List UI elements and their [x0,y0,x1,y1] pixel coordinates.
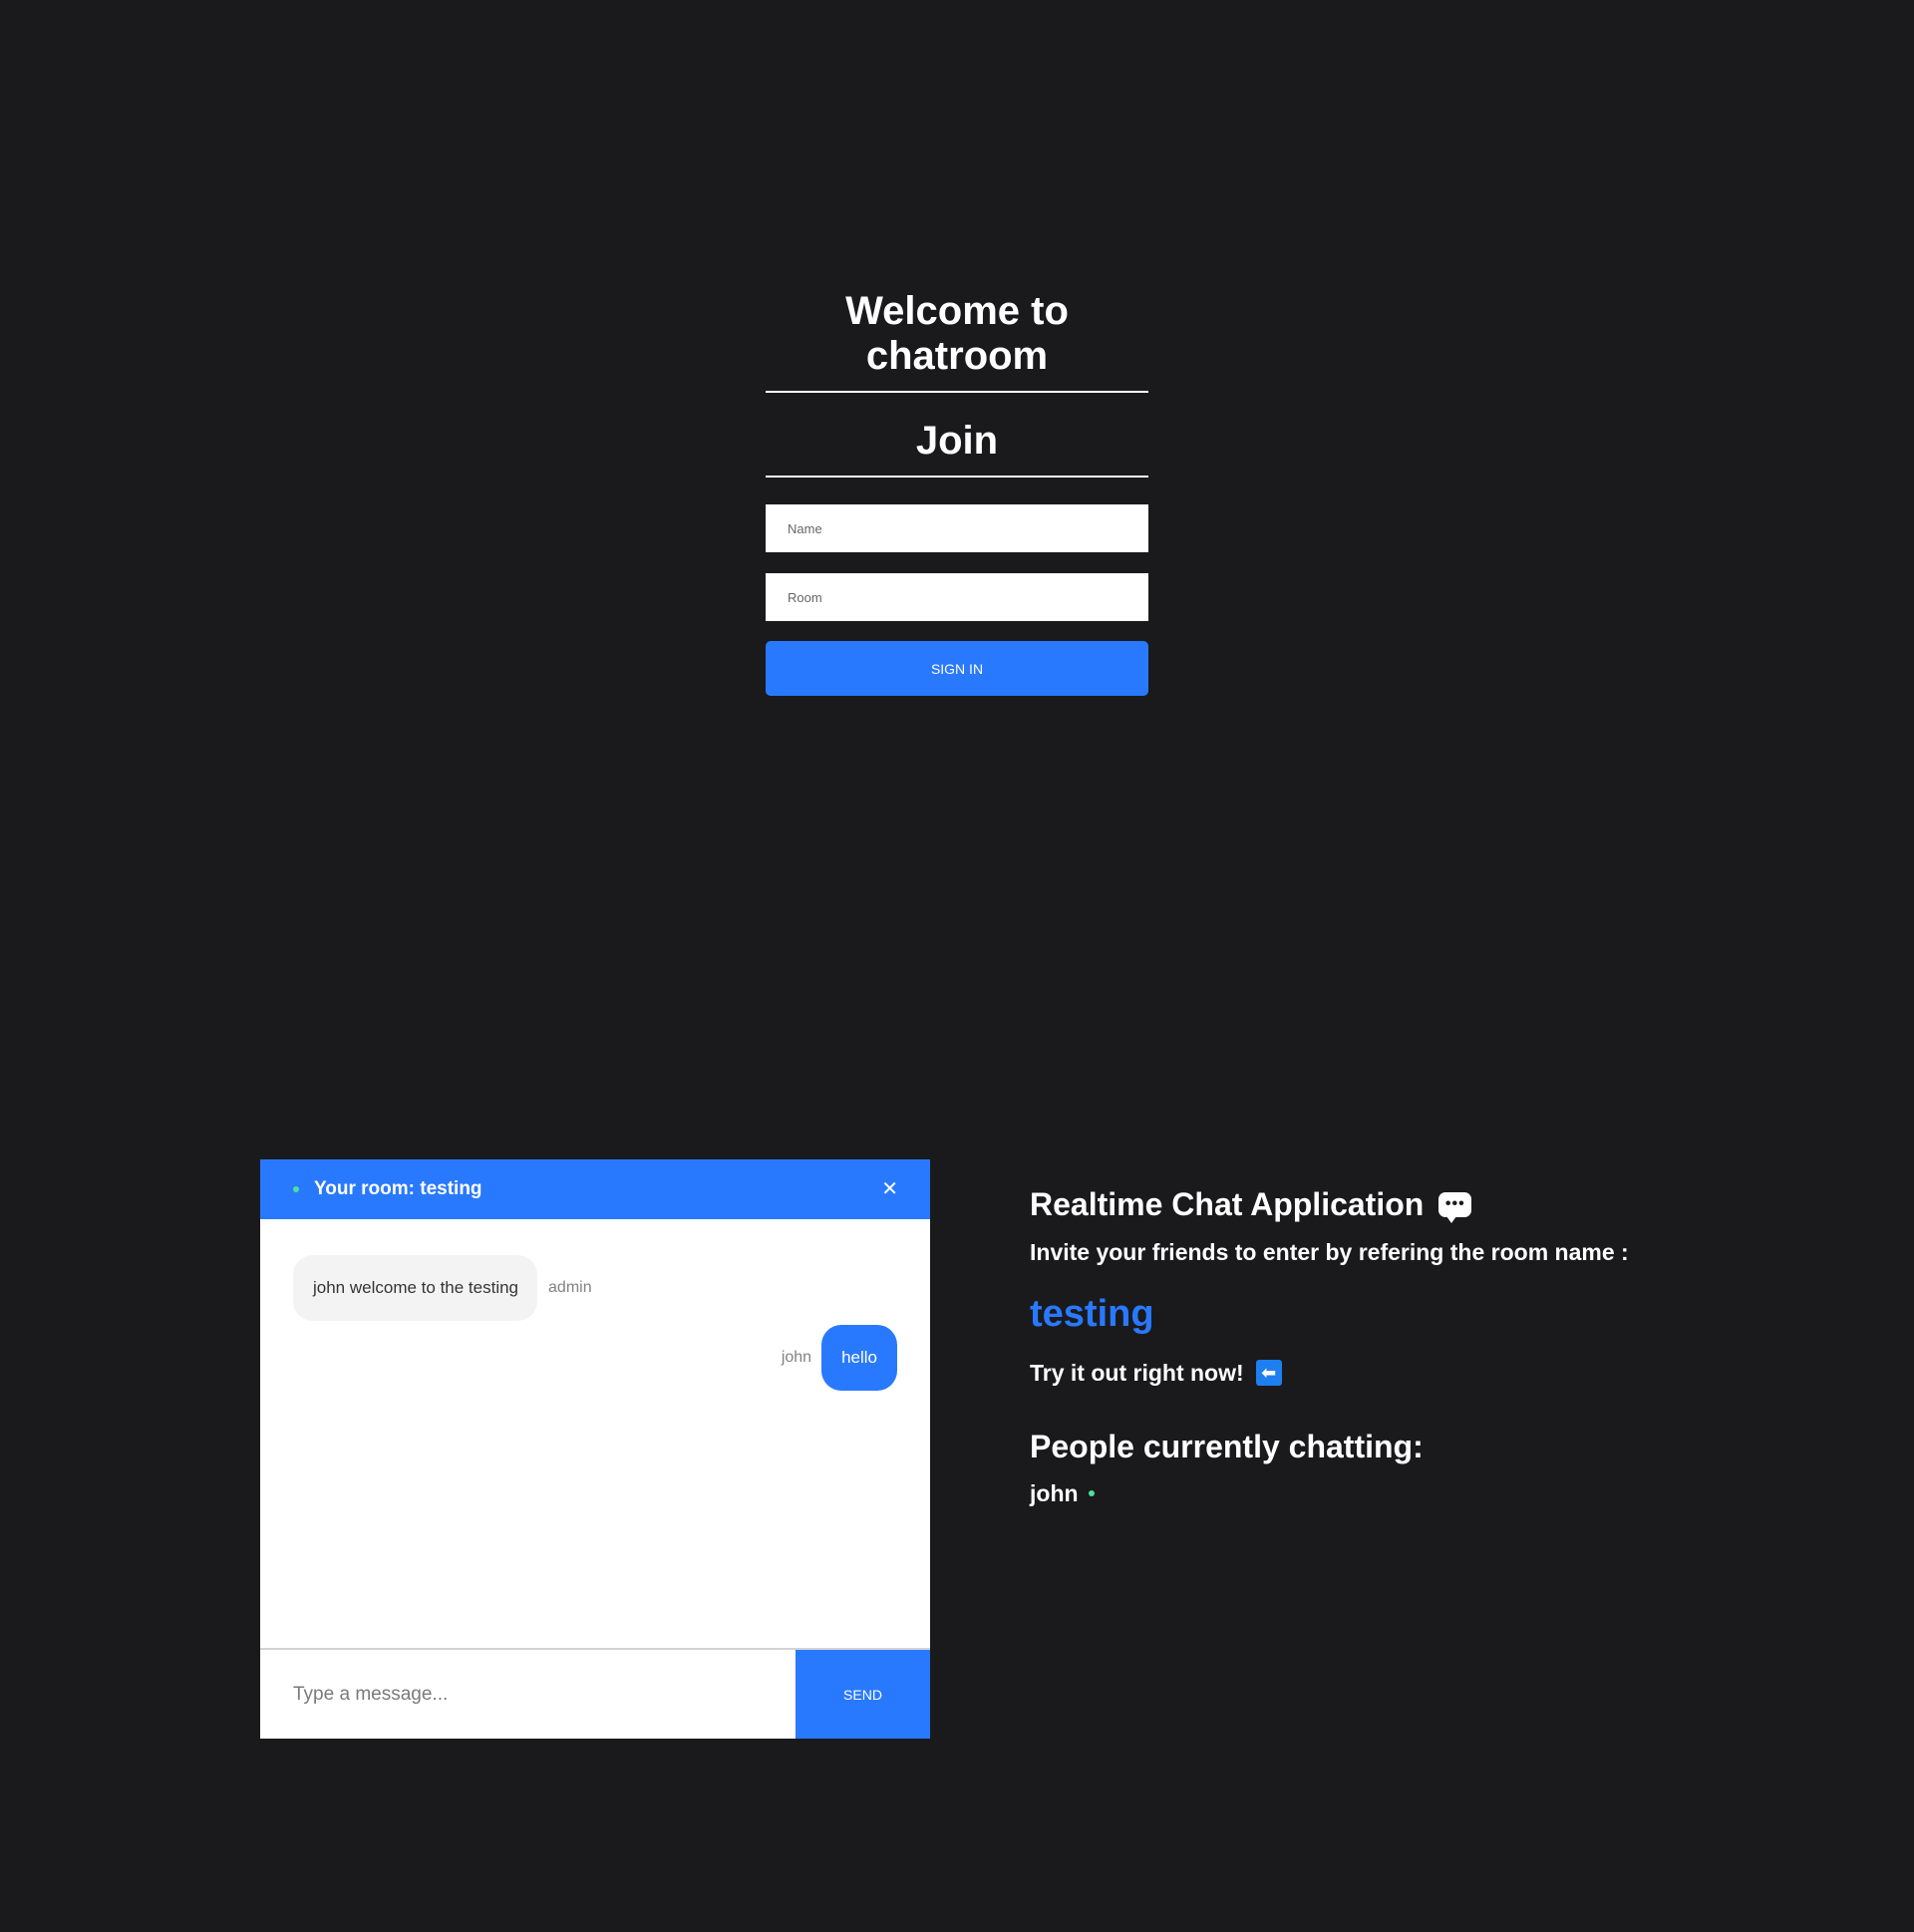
room-title: Your room: testing [314,1178,482,1199]
arrow-left-icon: ⬅ [1255,1360,1282,1386]
person-name: john [1030,1480,1079,1506]
try-it-label: Try it out right now! [1030,1360,1244,1386]
online-status-icon [1088,1490,1095,1496]
room-name: testing [1030,1293,1154,1335]
message-text: john welcome to the testing [293,1255,538,1321]
close-icon[interactable]: ✕ [881,1179,898,1199]
invite-text: Invite your friends to enter by refering… [1030,1239,1629,1265]
app-title-text: Realtime Chat Application [1030,1186,1425,1222]
info-panel: Realtime Chat Application ••• Invite you… [1030,1181,1787,1509]
message-sender: admin [548,1279,592,1296]
join-form: Welcome to chatroom Join Sign In [766,289,1148,696]
chat-header: Your room: testing ✕ [260,1159,930,1219]
send-button[interactable]: Send [796,1650,930,1739]
try-it-text: Try it out right now! ⬅ [1030,1357,1787,1389]
message-composer: Send [260,1650,930,1739]
people-list: john [1030,1477,1787,1509]
message-sender: john [781,1349,812,1366]
online-status-icon [293,1186,299,1192]
chat-bubble-icon: ••• [1438,1191,1472,1223]
sign-in-button[interactable]: Sign In [766,641,1148,696]
message-text: hello [821,1325,897,1391]
message-input[interactable] [260,1650,796,1739]
message-item-admin: john welcome to the testing admin [293,1255,592,1321]
app-title: Realtime Chat Application ••• [1030,1181,1787,1227]
welcome-title: Welcome to chatroom [766,289,1148,393]
join-heading: Join [766,393,1148,478]
person-item: john [1030,1477,1787,1509]
people-heading: People currently chatting: [1030,1429,1424,1464]
chat-bubble-dots: ••• [1444,1194,1465,1212]
message-item-own: john hello [782,1325,897,1391]
chat-window: Your room: testing ✕ john welcome to the… [260,1159,930,1739]
name-input[interactable] [766,504,1148,552]
room-input[interactable] [766,573,1148,621]
message-list: john welcome to the testing admin john h… [260,1219,930,1650]
